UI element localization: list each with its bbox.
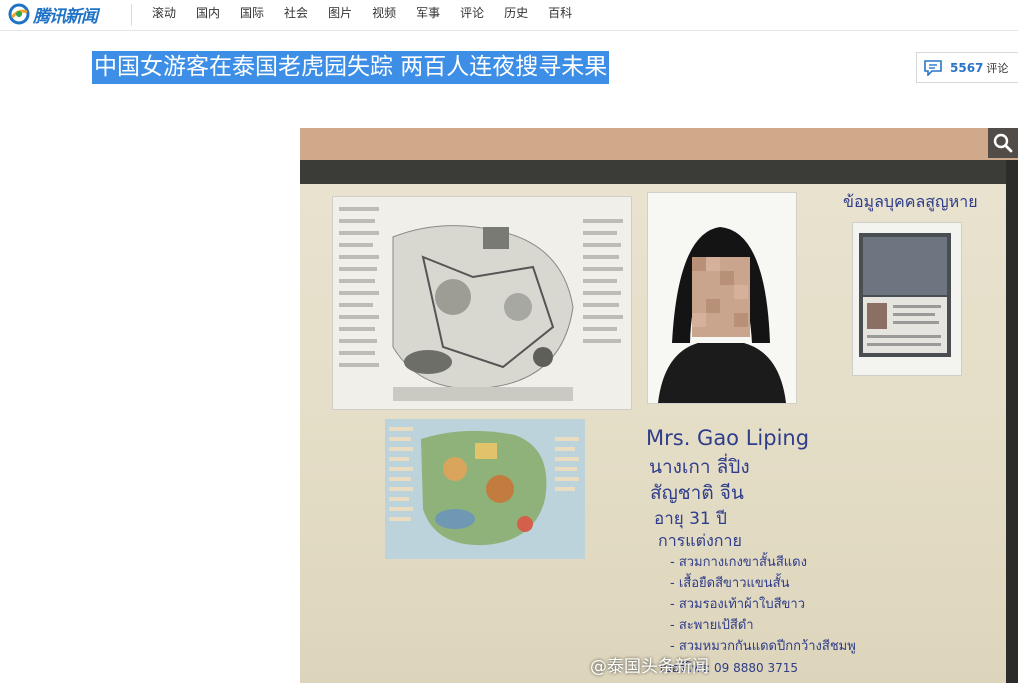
tencent-news-logo[interactable]: 腾讯新闻 (8, 2, 98, 27)
top-navigation-bar: 腾讯新闻 滚动 国内 国际 社会 图片 视频 军事 评论 历史 百科 (0, 0, 1018, 31)
passport-copy (852, 222, 962, 376)
comment-button[interactable]: 5567 评论 (916, 52, 1018, 83)
whiteboard-frame-top (300, 160, 1018, 184)
portrait-illustration (648, 193, 796, 403)
clothing-item: - เสื้อยืดสีขาวแขนสั้น (670, 576, 790, 591)
park-map-illustration (333, 197, 631, 409)
comment-count: 5567 (950, 60, 984, 75)
tencent-logo-icon (8, 3, 30, 25)
article-title[interactable]: 中国女游客在泰国老虎园失踪 两百人连夜搜寻未果 (92, 51, 610, 84)
comment-label: 评论 (986, 61, 1009, 75)
article-photo[interactable]: ข้อมูลบุคคลสูญหาย Mrs. Gao Liping นางเกา… (300, 128, 1018, 683)
board-heading: ข้อมูลบุคคลสูญหาย (843, 192, 978, 211)
magnifier-icon (993, 133, 1013, 153)
photo-watermark: @泰国头条新闻 (590, 657, 709, 677)
nav-item-scroll[interactable]: 滚动 (152, 0, 176, 30)
whiteboard: ข้อมูลบุคคลสูญหาย Mrs. Gao Liping นางเกา… (300, 184, 1006, 683)
missing-person-photo (647, 192, 797, 404)
nav-item-society[interactable]: 社会 (284, 0, 308, 30)
nationality: สัญชาติ จีน (650, 482, 744, 504)
logo-text: 腾讯新闻 (33, 6, 98, 27)
channel-nav: 滚动 国内 国际 社会 图片 视频 军事 评论 历史 百科 (152, 0, 592, 30)
speech-bubble-icon (924, 59, 942, 76)
logo-divider (131, 4, 132, 26)
missing-person-name-english: Mrs. Gao Liping (646, 426, 810, 450)
nav-item-pictures[interactable]: 图片 (328, 0, 352, 30)
colored-park-map-printout (385, 419, 585, 559)
nav-item-international[interactable]: 国际 (240, 0, 264, 30)
clothing-item: - สวมรองเท้าผ้าใบสีขาว (670, 597, 806, 612)
whiteboard-frame-right (1006, 160, 1018, 683)
nav-item-domestic[interactable]: 国内 (196, 0, 220, 30)
age: อายุ 31 ปี (654, 509, 727, 529)
nav-item-commentary[interactable]: 评论 (460, 0, 484, 30)
colored-map-illustration (385, 419, 585, 559)
photo-wall (300, 128, 1018, 160)
clothing-item: - สะพายเป้สีดำ (670, 618, 754, 633)
nav-item-video[interactable]: 视频 (372, 0, 396, 30)
clothing-item: - สวมกางเกงขาสั้นสีแดง (670, 555, 807, 570)
zoom-button[interactable] (988, 128, 1018, 158)
nav-item-military[interactable]: 军事 (416, 0, 440, 30)
park-map-printout (332, 196, 632, 410)
nav-item-history[interactable]: 历史 (504, 0, 528, 30)
passport-illustration (853, 223, 961, 375)
nav-item-encyclopedia[interactable]: 百科 (548, 0, 572, 30)
